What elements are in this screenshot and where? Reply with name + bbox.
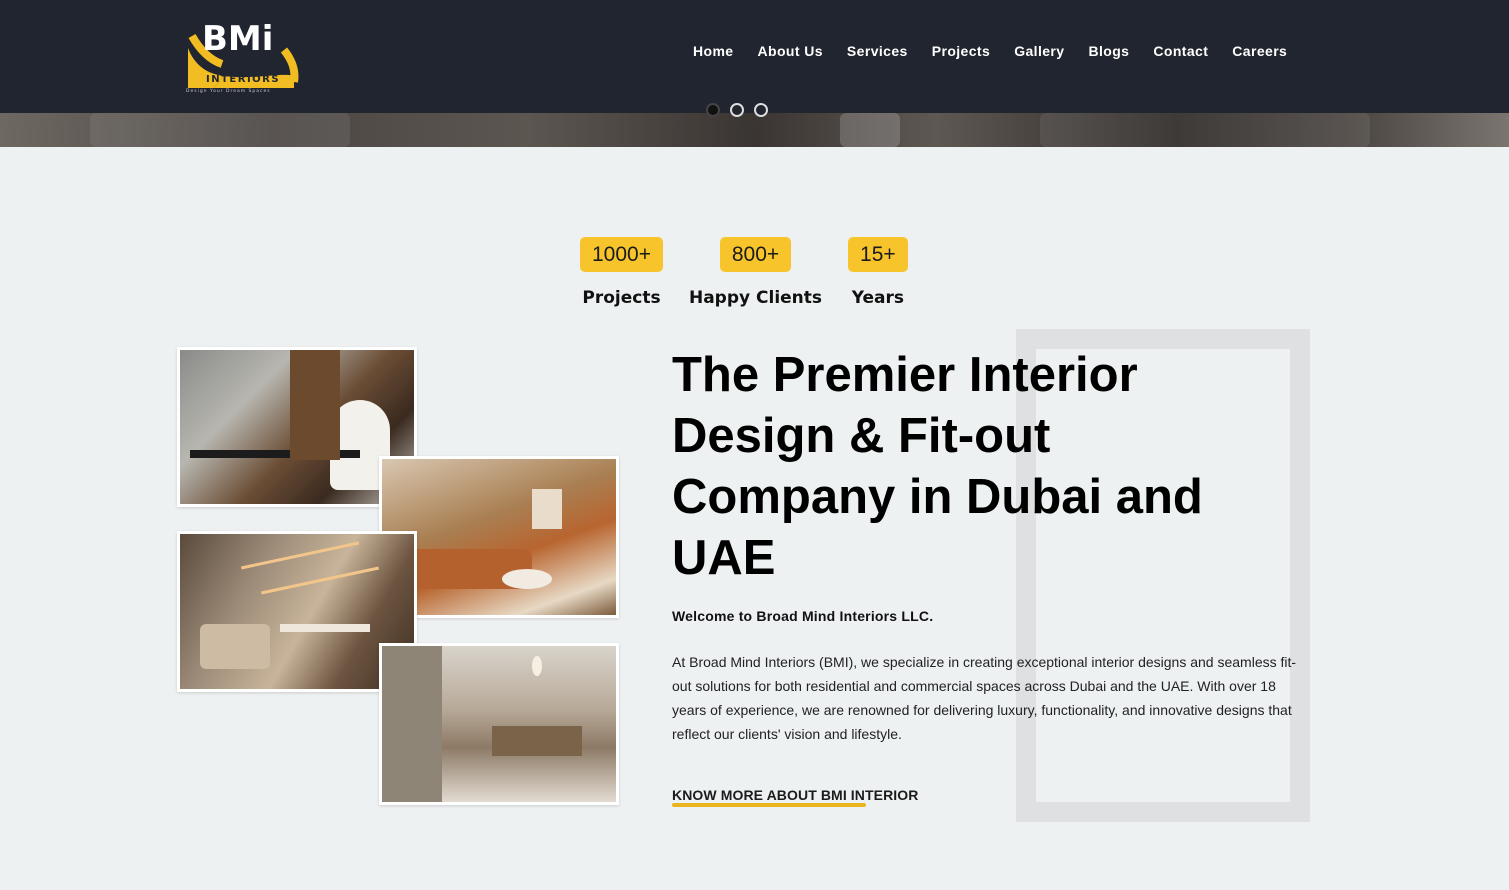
stat-value: 800+ [719, 237, 792, 272]
stat-happy-clients: 800+ Happy Clients [689, 237, 822, 308]
stat-label: Projects [582, 288, 661, 308]
site-header: BMi INTERIORS Design Your Dream Spaces H… [0, 0, 1509, 113]
nav-projects[interactable]: Projects [920, 43, 1002, 59]
nav-blogs[interactable]: Blogs [1076, 43, 1141, 59]
slider-dot-1[interactable] [706, 103, 720, 117]
nav-services[interactable]: Services [835, 43, 920, 59]
logo-wordmark: BMi [202, 19, 273, 59]
know-more-underline [672, 803, 866, 807]
stat-label: Happy Clients [688, 288, 823, 308]
stat-projects: 1000+ Projects [580, 237, 663, 308]
stat-value: 15+ [848, 237, 908, 272]
main-nav: Home About Us Services Projects Gallery … [681, 43, 1299, 59]
stats-row: 1000+ Projects 800+ Happy Clients 15+ Ye… [580, 237, 934, 308]
nav-gallery[interactable]: Gallery [1002, 43, 1076, 59]
bmi-logo[interactable]: BMi INTERIORS Design Your Dream Spaces [184, 16, 300, 94]
about-welcome: Welcome to Broad Mind Interiors LLC. [672, 608, 934, 624]
nav-contact[interactable]: Contact [1141, 43, 1220, 59]
logo-tagline: Design Your Dream Spaces [186, 88, 271, 94]
slider-dots [706, 103, 768, 117]
stat-value: 1000+ [580, 237, 663, 272]
about-description: At Broad Mind Interiors (BMI), we specia… [672, 654, 1297, 742]
know-more-link[interactable]: KNOW MORE ABOUT BMI INTERIOR [672, 787, 919, 803]
nav-home[interactable]: Home [681, 43, 746, 59]
slider-dot-2[interactable] [730, 103, 744, 117]
nav-careers[interactable]: Careers [1220, 43, 1299, 59]
stat-label: Years [851, 288, 904, 308]
logo-sub: INTERIORS [206, 74, 280, 85]
nav-about-us[interactable]: About Us [746, 43, 835, 59]
hero-slider-image [0, 113, 1509, 147]
stat-years: 15+ Years [848, 237, 908, 308]
about-headline: The Premier Interior Design & Fit-out Co… [672, 348, 1203, 585]
slider-dot-3[interactable] [754, 103, 768, 117]
gallery-photo-dining-room [379, 643, 619, 805]
